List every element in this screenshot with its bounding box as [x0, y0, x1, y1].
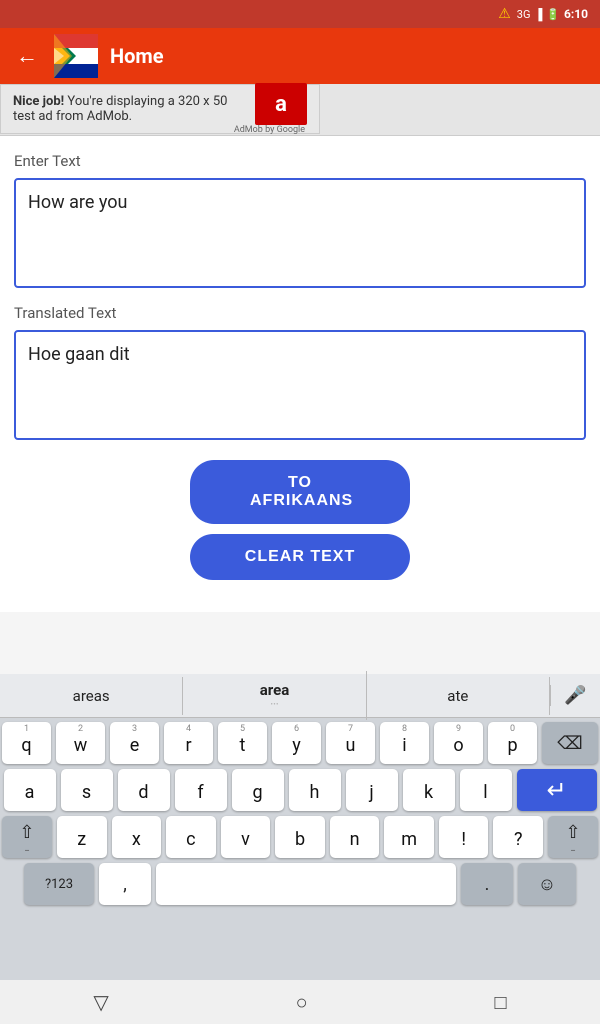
nav-recent-button[interactable]: □ [494, 990, 506, 1015]
keyboard: areas area ··· ate 🎤 1q 2w 3e 4r 5t 6y 7… [0, 674, 600, 980]
key-o[interactable]: 9o [434, 722, 483, 764]
status-icons: 3G ▐ 🔋 6:10 [517, 7, 588, 21]
shift-right-key[interactable]: ⇧_ [548, 816, 598, 858]
period-key[interactable]: . [461, 863, 513, 905]
key-n[interactable]: n [330, 816, 380, 858]
clear-text-button[interactable]: CLEAR TEXT [190, 534, 410, 580]
back-button[interactable]: ← [12, 39, 42, 73]
key-b[interactable]: b [275, 816, 325, 858]
keyboard-suggestions: areas area ··· ate 🎤 [0, 674, 600, 718]
key-row-3: ⇧_ z x c v b n m ! ? ⇧_ [2, 816, 598, 858]
ad-right: a AdMob by Google [234, 83, 307, 135]
ad-text: Nice job! You're displaying a 320 x 50 t… [13, 94, 234, 124]
translated-text-value: Hoe gaan dit [28, 344, 130, 365]
shift-left-icon: ⇧ [19, 822, 34, 843]
enter-text-label: Enter Text [14, 152, 586, 170]
key-h[interactable]: h [289, 769, 341, 811]
ad-logo: a [255, 83, 307, 125]
shift-right-icon: ⇧ [565, 822, 580, 843]
warning-icon: ⚠ [498, 6, 511, 22]
key-k[interactable]: k [403, 769, 455, 811]
key-c[interactable]: c [166, 816, 216, 858]
emoji-icon: ☺ [538, 874, 556, 895]
key-i[interactable]: 8i [380, 722, 429, 764]
key-e[interactable]: 3e [110, 722, 159, 764]
enter-key[interactable]: ↵ [517, 769, 597, 811]
translated-box: Hoe gaan dit [14, 330, 586, 440]
comma-key[interactable]: , [99, 863, 151, 905]
shift-left-key[interactable]: ⇧_ [2, 816, 52, 858]
top-bar: ← Home [0, 28, 600, 84]
key-w[interactable]: 2w [56, 722, 105, 764]
delete-key[interactable]: ⌫ [542, 722, 598, 764]
key-q[interactable]: 1q [2, 722, 51, 764]
num-switch-key[interactable]: ?123 [24, 863, 94, 905]
space-key[interactable] [156, 863, 456, 905]
suggestion-areas[interactable]: areas [0, 677, 183, 715]
admob-label: AdMob by Google [234, 125, 307, 135]
key-d[interactable]: d [118, 769, 170, 811]
delete-icon: ⌫ [557, 733, 582, 754]
mic-icon: 🎤 [564, 685, 586, 706]
key-m[interactable]: m [384, 816, 434, 858]
key-x[interactable]: x [112, 816, 162, 858]
ad-banner: Nice job! You're displaying a 320 x 50 t… [0, 84, 320, 134]
key-exclaim[interactable]: ! [439, 816, 489, 858]
ad-bold-text: Nice job! [13, 94, 64, 109]
nav-home-button[interactable]: ○ [296, 990, 308, 1015]
key-row-4: ?123 , . ☺ [2, 863, 598, 905]
network-indicator: 3G [517, 8, 531, 21]
key-l[interactable]: l [460, 769, 512, 811]
key-s[interactable]: s [61, 769, 113, 811]
ad-logo-letter: a [275, 92, 287, 117]
key-f[interactable]: f [175, 769, 227, 811]
battery-icon: 🔋 [546, 8, 560, 21]
key-v[interactable]: v [221, 816, 271, 858]
suggestion-ate[interactable]: ate [367, 677, 550, 715]
nav-back-button[interactable]: ▽ [93, 990, 108, 1014]
enter-icon: ↵ [546, 776, 566, 804]
key-z[interactable]: z [57, 816, 107, 858]
nav-bar: ▽ ○ □ [0, 980, 600, 1024]
input-text-value: How are you [28, 192, 127, 213]
signal-icon: ▐ [534, 8, 542, 21]
key-row-2: a s d f g h j k l ↵ [2, 769, 598, 811]
clock: 6:10 [564, 7, 588, 21]
buttons-row: TO AFRIKAANS CLEAR TEXT [14, 460, 586, 596]
mic-button[interactable]: 🎤 [550, 685, 600, 706]
keyboard-rows: 1q 2w 3e 4r 5t 6y 7u 8i 9o 0p ⌫ a s d f … [0, 718, 600, 914]
emoji-key[interactable]: ☺ [518, 863, 576, 905]
key-y[interactable]: 6y [272, 722, 321, 764]
suggestion-area[interactable]: area ··· [183, 671, 366, 720]
main-content: Enter Text How are you Translated Text H… [0, 136, 600, 612]
key-u[interactable]: 7u [326, 722, 375, 764]
key-question[interactable]: ? [493, 816, 543, 858]
app-title: Home [110, 44, 164, 68]
to-afrikaans-button[interactable]: TO AFRIKAANS [190, 460, 410, 524]
key-j[interactable]: j [346, 769, 398, 811]
key-p[interactable]: 0p [488, 722, 537, 764]
translated-text-label: Translated Text [14, 304, 586, 322]
key-row-1: 1q 2w 3e 4r 5t 6y 7u 8i 9o 0p ⌫ [2, 722, 598, 764]
flag-icon [54, 34, 98, 78]
key-t[interactable]: 5t [218, 722, 267, 764]
key-g[interactable]: g [232, 769, 284, 811]
text-input-box[interactable]: How are you [14, 178, 586, 288]
key-r[interactable]: 4r [164, 722, 213, 764]
key-a[interactable]: a [4, 769, 56, 811]
status-bar: ⚠ 3G ▐ 🔋 6:10 [0, 0, 600, 28]
